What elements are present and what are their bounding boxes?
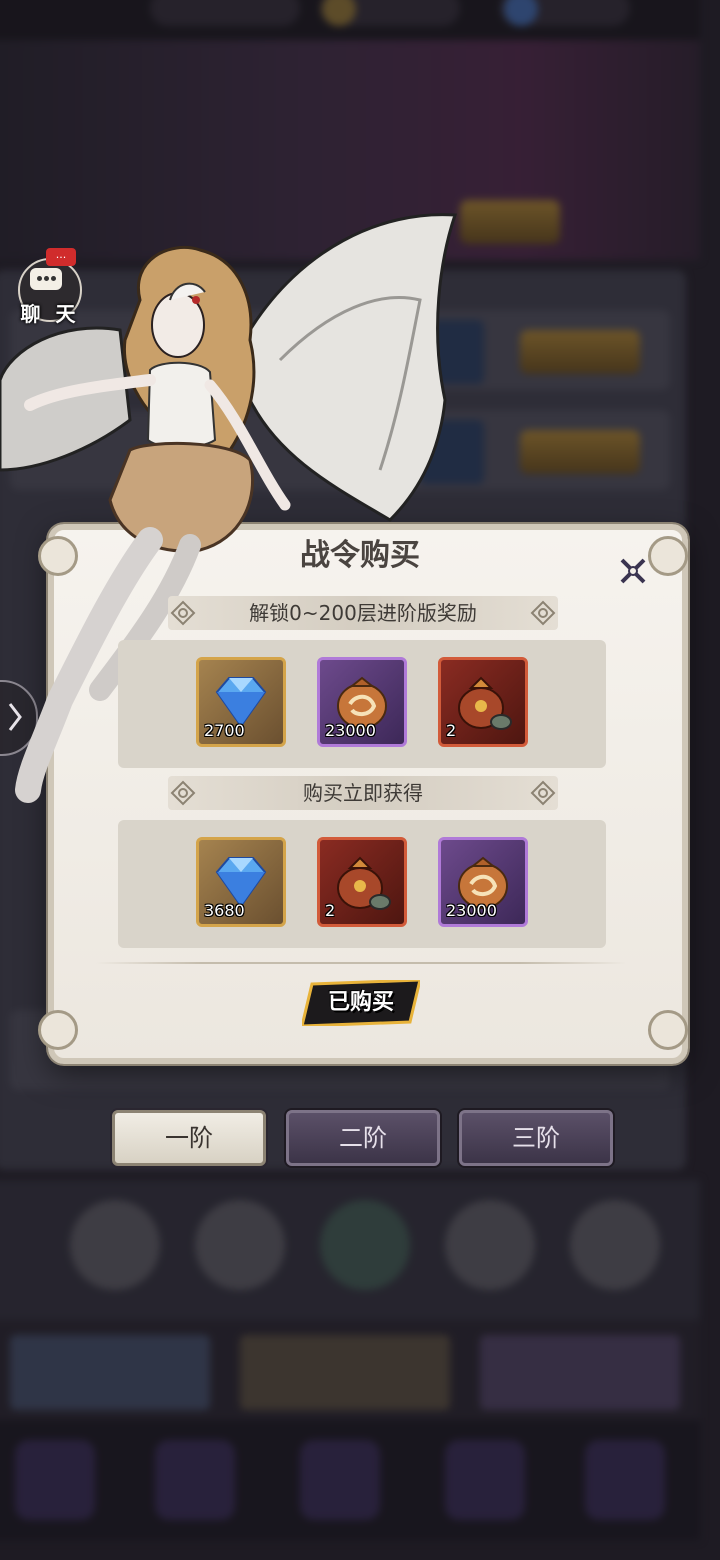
divider	[96, 962, 626, 964]
section-instant-label: 购买立即获得	[303, 781, 423, 805]
chevron-right-icon	[8, 703, 22, 731]
reward-item[interactable]: 23000	[317, 657, 407, 747]
chat-label: 聊 天	[20, 302, 80, 326]
item-count: 23000	[446, 901, 497, 920]
tab-tier-3[interactable]: 三阶	[459, 1110, 613, 1166]
chat-icon	[30, 268, 62, 290]
reward-item[interactable]: 3680	[196, 837, 286, 927]
reward-item[interactable]: 2	[317, 837, 407, 927]
reward-item[interactable]: 2	[438, 657, 528, 747]
tab-tier-1[interactable]: 一阶	[112, 1110, 266, 1166]
reward-item[interactable]: 23000	[438, 837, 528, 927]
dialog-title: 战令购买	[300, 538, 420, 573]
corner-ornament	[648, 1010, 688, 1050]
chat-notification-badge: ...	[46, 248, 76, 266]
item-count: 2	[446, 721, 457, 740]
purchased-label: 已购买	[327, 990, 394, 1015]
close-icon[interactable]	[618, 556, 648, 586]
item-count: 2700	[204, 721, 245, 740]
reward-item[interactable]: 2700	[196, 657, 286, 747]
item-count: 23000	[325, 721, 376, 740]
corner-ornament	[38, 1010, 78, 1050]
section-unlock-label: 解锁0~200层进阶版奖励	[249, 601, 477, 625]
item-count: 2	[325, 901, 336, 920]
item-count: 3680	[204, 901, 245, 920]
tab-tier-2[interactable]: 二阶	[286, 1110, 440, 1166]
